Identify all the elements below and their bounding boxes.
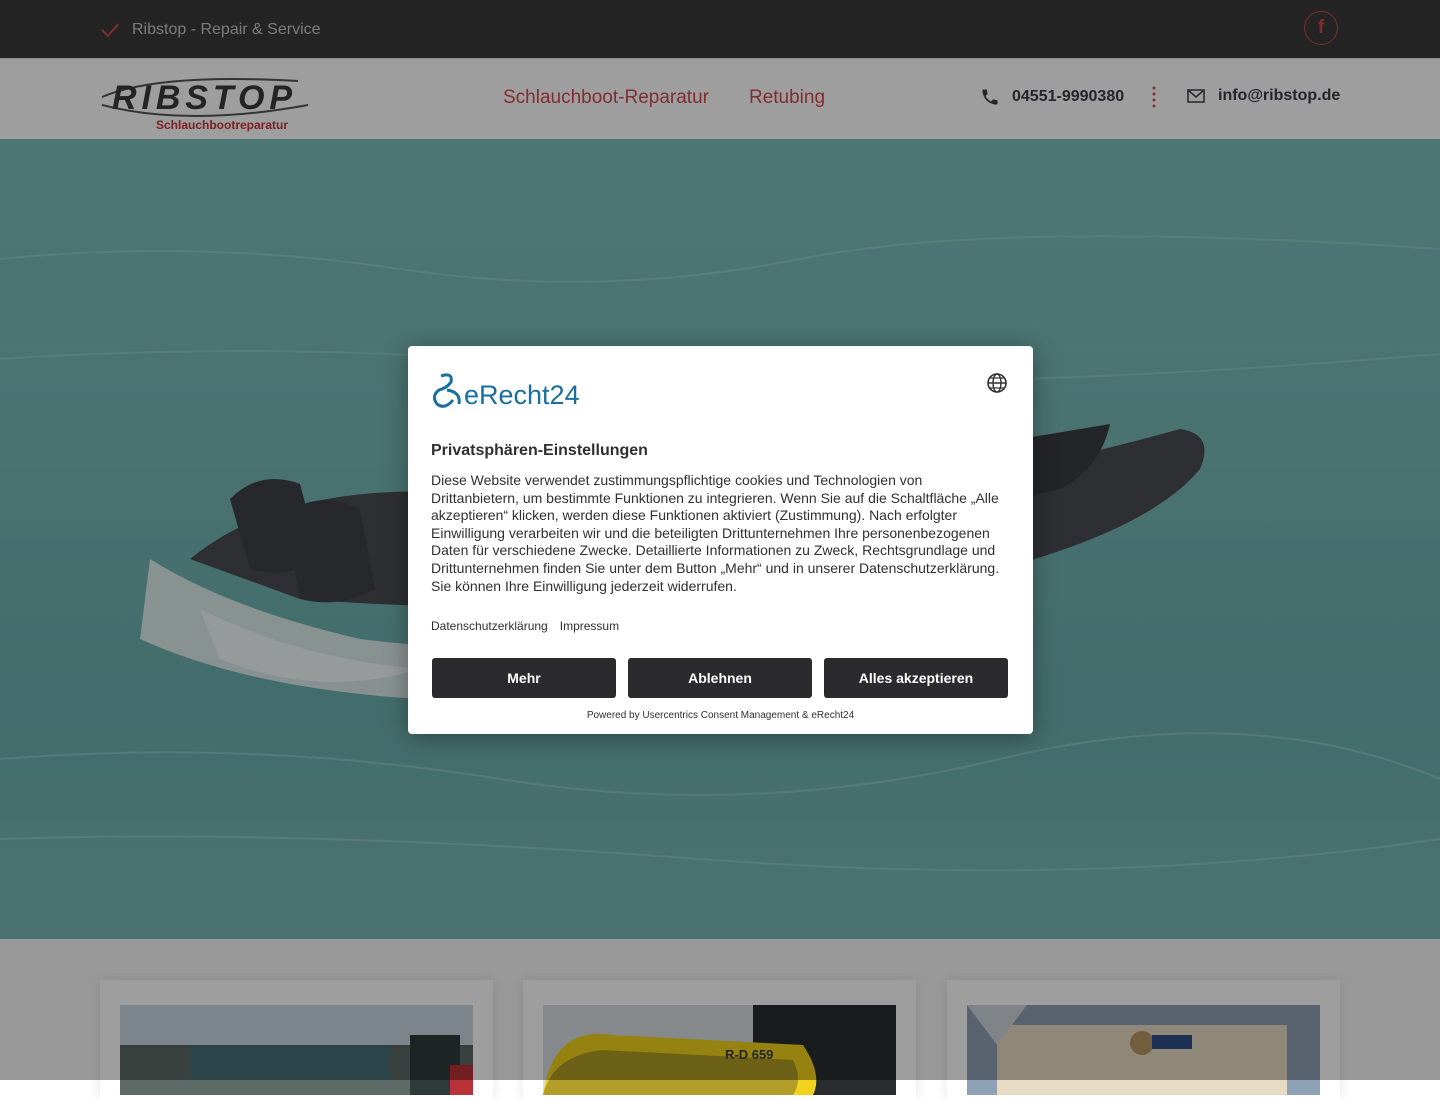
dialog-title: Privatsphären-Einstellungen [431,442,648,459]
cookie-consent-dialog: eRecht24 Privatsphären-Einstellungen Die… [408,346,1033,734]
erecht24-brand: eRecht24 [464,380,580,410]
imprint-link[interactable]: Impressum [560,619,619,633]
privacy-policy-link[interactable]: Datenschutzerklärung [431,619,548,633]
globe-icon[interactable] [986,372,1008,394]
more-button[interactable]: Mehr [432,658,616,698]
erecht24-logo: eRecht24 [431,370,596,410]
decline-button[interactable]: Ablehnen [628,658,812,698]
dialog-body: Diese Website verwendet zustimmungspflic… [431,472,1000,594]
accept-all-button[interactable]: Alles akzeptieren [824,658,1008,698]
powered-by-text: Powered by Usercentrics Consent Manageme… [586,710,855,721]
dialog-links: Datenschutzerklärung Impressum [431,619,619,633]
